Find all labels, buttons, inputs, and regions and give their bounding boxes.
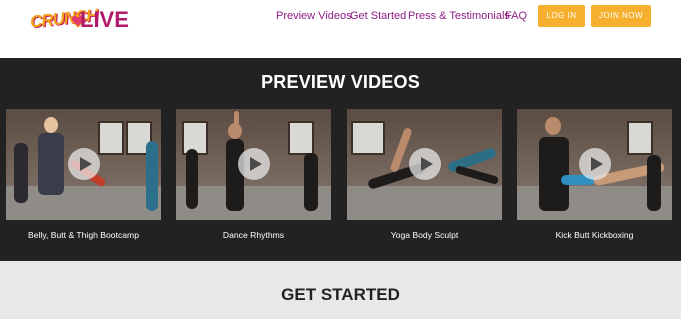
thumbnail-window [288, 121, 314, 155]
video-thumbnail[interactable] [347, 109, 502, 220]
play-icon[interactable] [409, 148, 441, 180]
section-title-get-started: GET STARTED [281, 285, 400, 304]
video-title[interactable]: Dance Rhythms [176, 230, 331, 240]
play-icon[interactable] [68, 148, 100, 180]
preview-videos-section: PREVIEW VIDEOS Belly, Butt & Thigh Bootc… [0, 58, 681, 261]
nav-link-press-testimonials[interactable]: Press & Testimonials [408, 10, 510, 24]
join-now-button[interactable]: JOIN NOW [591, 5, 651, 27]
section-title-preview-videos: PREVIEW VIDEOS [261, 72, 420, 92]
video-thumbnail[interactable] [517, 109, 672, 220]
thumbnail-person [14, 143, 28, 203]
thumbnail-window [98, 121, 124, 155]
thumbnail-person [545, 117, 561, 135]
video-title[interactable]: Yoga Body Sculpt [347, 230, 502, 240]
play-icon[interactable] [238, 148, 270, 180]
crunch-live-logo[interactable]: CRUNCH LIVE [29, 3, 129, 39]
video-thumbnail[interactable] [6, 109, 161, 220]
thumbnail-person [186, 149, 198, 209]
nav-link-preview-videos[interactable]: Preview Videos [276, 10, 352, 24]
thumbnail-person [146, 141, 158, 211]
thumbnail-person [226, 139, 244, 211]
thumbnail-floor [6, 186, 161, 220]
thumbnail-floor [347, 186, 502, 220]
video-title[interactable]: Kick Butt Kickboxing [517, 230, 672, 240]
thumbnail-person [647, 155, 661, 211]
video-title[interactable]: Belly, Butt & Thigh Bootcamp [6, 230, 161, 240]
video-thumbnail[interactable] [176, 109, 331, 220]
thumbnail-arm [234, 111, 239, 135]
thumbnail-window [627, 121, 653, 155]
thumbnail-person [38, 133, 64, 195]
get-started-section: GET STARTED [0, 261, 681, 319]
site-header: CRUNCH LIVE Preview Videos Get Started P… [0, 0, 681, 58]
thumbnail-person [539, 137, 569, 211]
nav-link-get-started[interactable]: Get Started [350, 10, 406, 24]
thumbnail-window [351, 121, 385, 155]
thumbnail-person [304, 153, 318, 211]
logo-live-text: LIVE [80, 7, 129, 32]
login-button[interactable]: LOG IN [538, 5, 585, 27]
play-icon[interactable] [579, 148, 611, 180]
thumbnail-person [44, 117, 58, 133]
nav-link-faq[interactable]: FAQ [505, 10, 527, 24]
